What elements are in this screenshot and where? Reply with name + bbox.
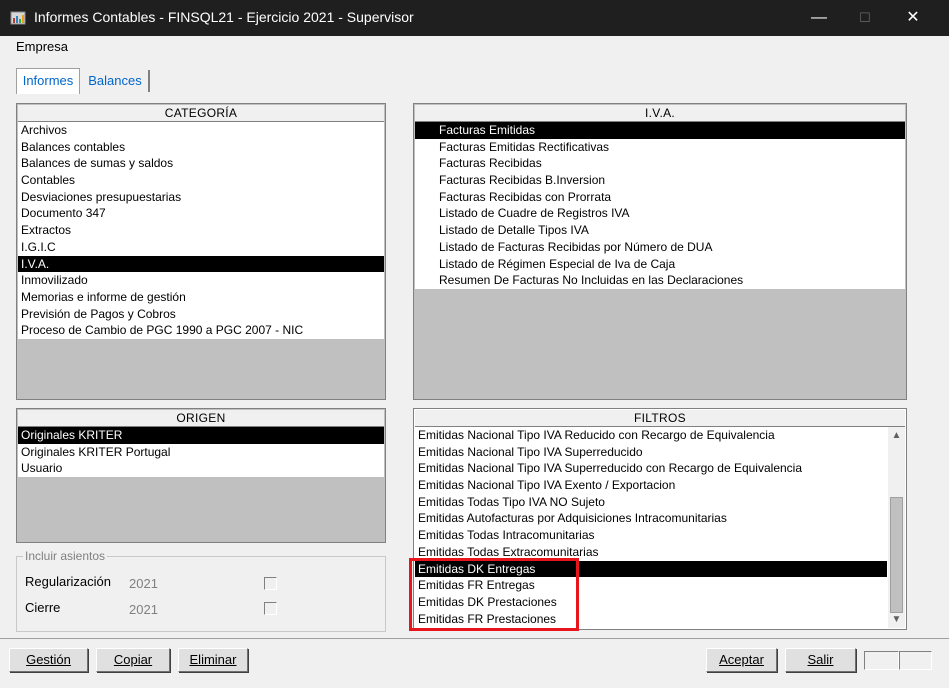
list-item[interactable]: Emitidas Nacional Tipo IVA Exento / Expo…: [415, 477, 887, 494]
origen-panel: ORIGEN Originales KRITER Originales KRITE…: [16, 408, 386, 543]
regularizacion-year: 2021: [129, 576, 158, 591]
window-title: Informes Contables - FINSQL21 - Ejercici…: [34, 9, 414, 25]
list-item[interactable]: Facturas Recibidas B.Inversion: [415, 172, 905, 189]
list-item[interactable]: Emitidas Todas Intracomunitarias: [415, 527, 887, 544]
categoria-header: CATEGORÍA: [18, 105, 384, 122]
copiar-button[interactable]: Copiar: [96, 648, 170, 672]
list-item[interactable]: Balances contables: [18, 138, 384, 156]
iva-header: I.V.A.: [415, 105, 905, 122]
close-button[interactable]: ✕: [890, 0, 936, 36]
list-item[interactable]: Facturas Recibidas con Prorrata: [415, 188, 905, 206]
list-item[interactable]: Listado de Facturas Recibidas por Número…: [415, 238, 905, 256]
highlight-annotation: [409, 558, 579, 631]
title-bar: Informes Contables - FINSQL21 - Ejercici…: [0, 0, 949, 36]
list-item[interactable]: Usuario: [18, 460, 384, 478]
list-item[interactable]: Extractos: [18, 222, 384, 239]
scroll-up-icon[interactable]: ▲: [888, 427, 905, 444]
app-icon: [10, 11, 26, 25]
cierre-checkbox[interactable]: [264, 602, 277, 615]
list-item[interactable]: Documento 347: [18, 205, 384, 223]
list-item[interactable]: Listado de Detalle Tipos IVA: [415, 222, 905, 239]
iva-panel: I.V.A. Facturas Emitidas Facturas Emitida…: [413, 103, 907, 400]
list-item[interactable]: Emitidas Nacional Tipo IVA Superreducido: [415, 443, 887, 461]
categoria-list: Archivos Balances contables Balances de su…: [18, 122, 384, 339]
list-item[interactable]: Facturas Emitidas: [415, 122, 905, 139]
filtros-scrollbar[interactable]: ▲ ▼: [888, 427, 905, 628]
list-item[interactable]: Facturas Emitidas Rectificativas: [415, 138, 905, 156]
list-item[interactable]: Desviaciones presupuestarias: [18, 188, 384, 206]
salir-button[interactable]: Salir: [785, 648, 856, 672]
list-item[interactable]: Proceso de Cambio de PGC 1990 a PGC 2007…: [18, 322, 384, 339]
incluir-asientos-legend: Incluir asientos: [23, 549, 108, 563]
list-item[interactable]: Memorias e informe de gestión: [18, 288, 384, 306]
gestion-button[interactable]: Gestión: [9, 648, 88, 672]
regularizacion-checkbox[interactable]: [264, 577, 277, 590]
list-item[interactable]: Emitidas Nacional Tipo IVA Superreducido…: [415, 460, 887, 478]
regularizacion-label: Regularización: [25, 574, 111, 589]
list-item[interactable]: Listado de Cuadre de Registros IVA: [415, 205, 905, 223]
iva-list: Facturas Emitidas Facturas Emitidas Recti…: [415, 122, 905, 289]
list-item[interactable]: Previsión de Pagos y Cobros: [18, 305, 384, 323]
cierre-label: Cierre: [25, 600, 61, 615]
maximize-button[interactable]: ☐: [842, 0, 888, 36]
incluir-asientos-group: Incluir asientos Regularización 2021 Cie…: [16, 549, 386, 632]
list-item[interactable]: Originales KRITER: [18, 427, 384, 444]
list-item[interactable]: Facturas Recibidas: [415, 155, 905, 173]
scroll-thumb[interactable]: [890, 497, 903, 613]
cierre-year: 2021: [129, 602, 158, 617]
status-box-1: [864, 651, 899, 670]
list-item[interactable]: Originales KRITER Portugal: [18, 443, 384, 461]
eliminar-button[interactable]: Eliminar: [178, 648, 248, 672]
list-item[interactable]: Inmovilizado: [18, 272, 384, 289]
status-box-2: [899, 651, 932, 670]
origen-list: Originales KRITER Originales KRITER Portu…: [18, 427, 384, 478]
list-item[interactable]: I.G.I.C: [18, 238, 384, 256]
list-item[interactable]: Resumen De Facturas No Incluidas en las …: [415, 272, 905, 289]
list-item[interactable]: Emitidas Nacional Tipo IVA Reducido con …: [415, 427, 887, 444]
list-item[interactable]: Listado de Régimen Especial de Iva de Ca…: [415, 255, 905, 273]
list-item[interactable]: I.V.A.: [18, 255, 384, 273]
menu-bar: Empresa: [0, 36, 949, 58]
origen-header: ORIGEN: [18, 410, 384, 427]
list-item[interactable]: Archivos: [18, 122, 384, 139]
minimize-button[interactable]: —: [796, 0, 842, 36]
filtros-header: FILTROS: [415, 410, 905, 427]
menu-empresa[interactable]: Empresa: [16, 39, 68, 54]
tab-balances[interactable]: Balances: [82, 70, 150, 92]
list-item[interactable]: Contables: [18, 172, 384, 189]
list-item[interactable]: Emitidas Autofacturas por Adquisiciones …: [415, 510, 887, 528]
categoria-panel: CATEGORÍA Archivos Balances contables Bala…: [16, 103, 386, 400]
list-item[interactable]: Emitidas Todas Tipo IVA NO Sujeto: [415, 493, 887, 511]
tab-informes[interactable]: Informes: [16, 68, 80, 94]
scroll-down-icon[interactable]: ▼: [888, 611, 905, 628]
aceptar-button[interactable]: Aceptar: [706, 648, 777, 672]
footer-divider: [0, 638, 949, 639]
list-item[interactable]: Balances de sumas y saldos: [18, 155, 384, 173]
